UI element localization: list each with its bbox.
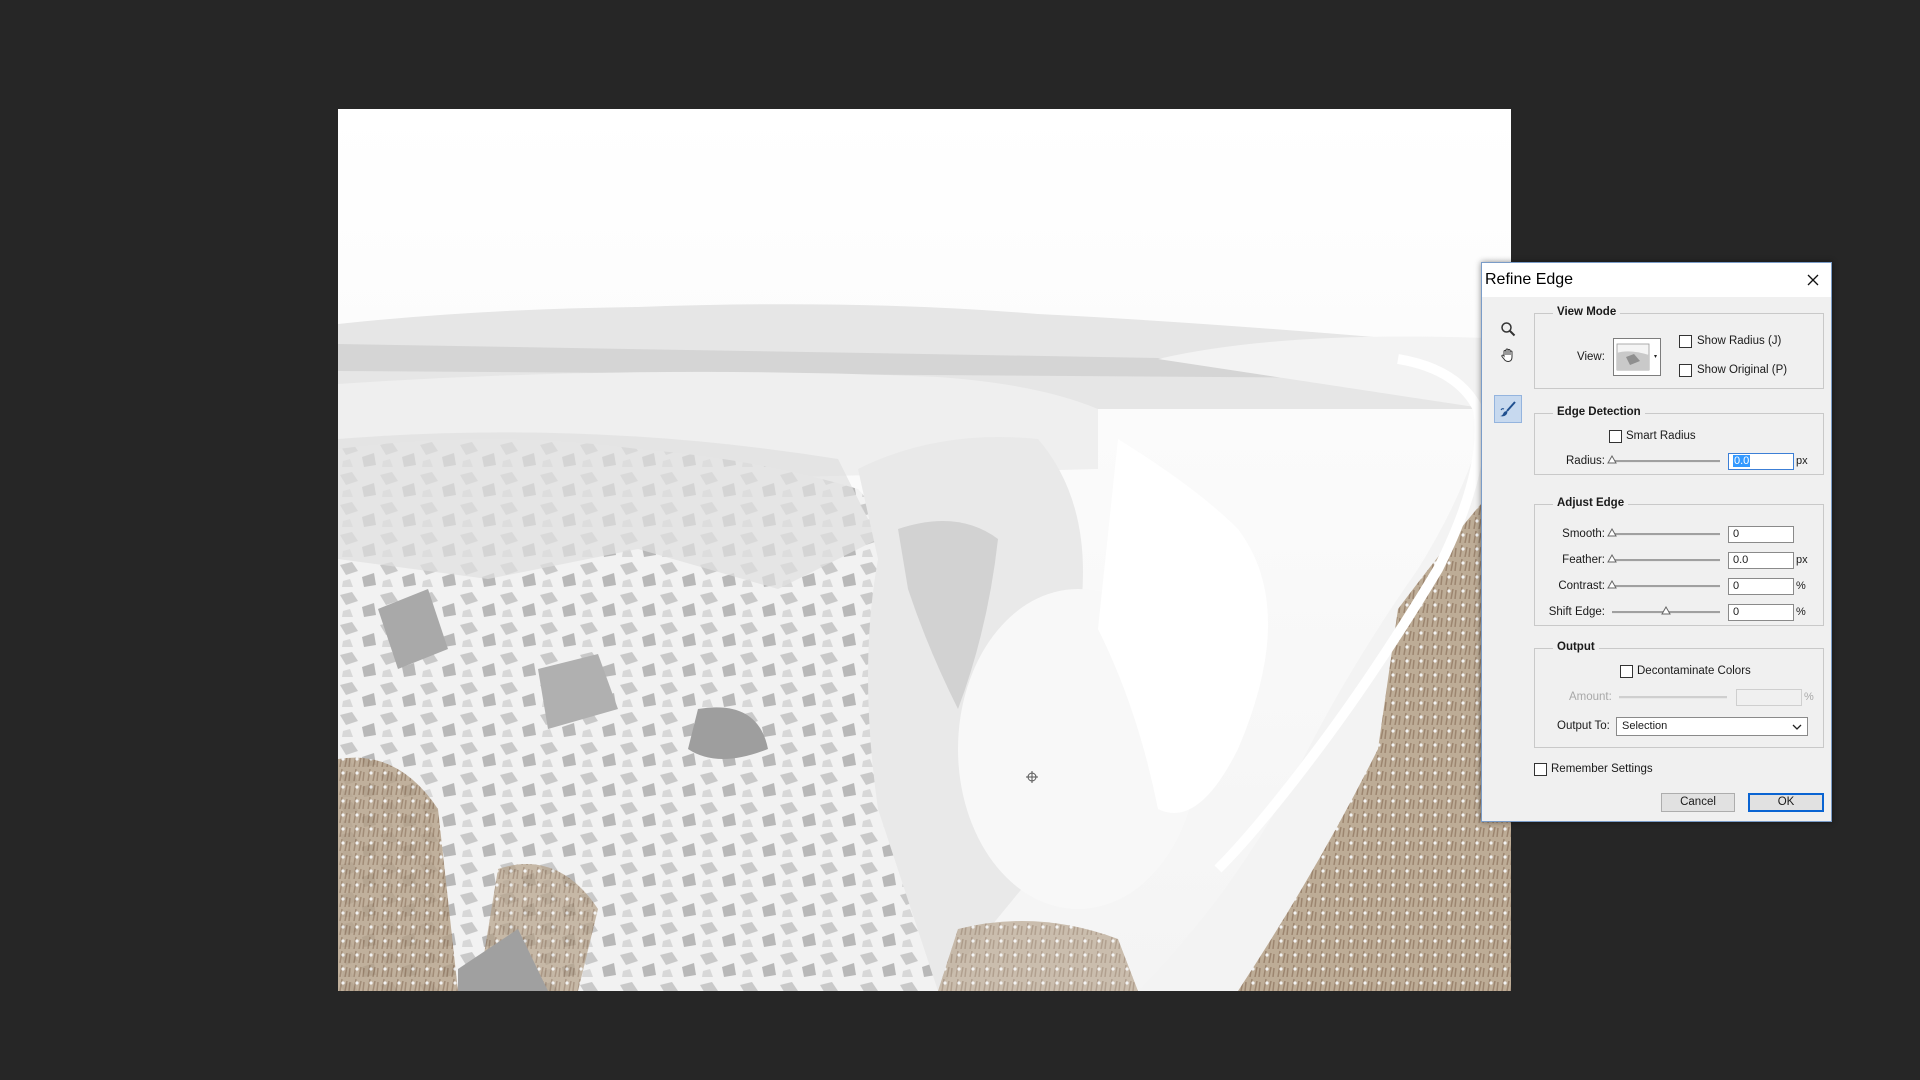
adjust-edge-heading: Adjust Edge [1553,497,1629,509]
adjust-edge-group: Adjust Edge Smooth: 0 Feather: 0.0 px Co… [1534,497,1824,626]
amount-slider [1619,691,1727,703]
feather-label: Feather: [1562,554,1605,566]
view-mode-picker[interactable] [1613,338,1661,376]
smart-radius-label: Smart Radius [1626,430,1696,442]
edge-detection-heading: Edge Detection [1553,406,1645,418]
smooth-slider[interactable] [1607,528,1720,540]
shift-edge-field[interactable]: 0 [1728,604,1794,621]
dialog-titlebar[interactable]: Refine Edge [1482,263,1831,297]
ok-button[interactable]: OK [1748,793,1824,812]
show-original-checkbox[interactable] [1679,364,1692,377]
zoom-tool[interactable] [1494,315,1522,343]
amount-label: Amount: [1569,691,1612,703]
view-label: View: [1577,351,1605,363]
feather-slider[interactable] [1607,554,1720,566]
smooth-label: Smooth: [1562,528,1605,540]
view-thumbnail-icon [1616,343,1657,371]
masked-landscape-image [338,109,1511,991]
refine-radius-brush-icon [1500,401,1516,417]
radius-unit: px [1796,455,1808,467]
output-to-value: Selection [1622,720,1668,732]
document-canvas[interactable] [338,109,1511,991]
show-radius-checkbox[interactable] [1679,335,1692,348]
slider-thumb-icon[interactable] [1607,455,1617,465]
slider-thumb-icon[interactable] [1607,580,1617,590]
show-radius-label: Show Radius (J) [1697,335,1782,347]
smart-radius-checkbox[interactable] [1609,430,1622,443]
dialog-title: Refine Edge [1485,271,1574,288]
smooth-field[interactable]: 0 [1728,526,1794,543]
hand-tool[interactable] [1494,341,1522,369]
amount-field [1736,689,1802,706]
view-mode-heading: View Mode [1553,306,1621,318]
output-to-label: Output To: [1557,720,1610,732]
hand-icon [1501,348,1513,363]
show-original-label: Show Original (P) [1697,364,1788,376]
amount-unit: % [1804,691,1814,703]
output-heading: Output [1553,641,1599,653]
shift-edge-unit: % [1796,606,1806,618]
close-icon [1807,274,1819,286]
shift-edge-label: Shift Edge: [1548,606,1605,618]
radius-label: Radius: [1566,455,1605,467]
remember-settings-checkbox[interactable] [1534,763,1547,776]
remember-settings-label: Remember Settings [1551,763,1653,775]
slider-thumb-icon[interactable] [1607,528,1617,538]
decontaminate-colors-label: Decontaminate Colors [1637,665,1751,677]
view-mode-group: View Mode View: Show Radius (J) Show Ori… [1534,306,1824,389]
zoom-icon [1501,322,1516,337]
slider-thumb-icon[interactable] [1607,554,1617,564]
shift-edge-slider[interactable] [1612,606,1720,618]
output-to-select[interactable]: Selection [1616,717,1808,736]
output-group: Output Decontaminate Colors Amount: % Ou… [1534,641,1824,748]
slider-thumb-icon[interactable] [1661,606,1671,616]
decontaminate-colors-checkbox[interactable] [1620,665,1633,678]
close-button[interactable] [1799,266,1827,294]
edge-detection-group: Edge Detection Smart Radius Radius: 0.0 … [1534,406,1824,475]
radius-slider[interactable] [1607,455,1720,467]
refine-radius-tool[interactable] [1494,395,1522,423]
cancel-button[interactable]: Cancel [1661,793,1735,812]
chevron-down-icon [1792,724,1802,730]
feather-unit: px [1796,554,1808,566]
crosshair-cursor-icon [1026,771,1038,783]
contrast-slider[interactable] [1607,580,1720,592]
contrast-unit: % [1796,580,1806,592]
contrast-field[interactable]: 0 [1728,578,1794,595]
feather-field[interactable]: 0.0 [1728,552,1794,569]
refine-edge-dialog: Refine Edge View Mode View: Show Radius … [1481,262,1832,822]
contrast-label: Contrast: [1558,580,1605,592]
radius-field[interactable]: 0.0 [1728,453,1794,470]
